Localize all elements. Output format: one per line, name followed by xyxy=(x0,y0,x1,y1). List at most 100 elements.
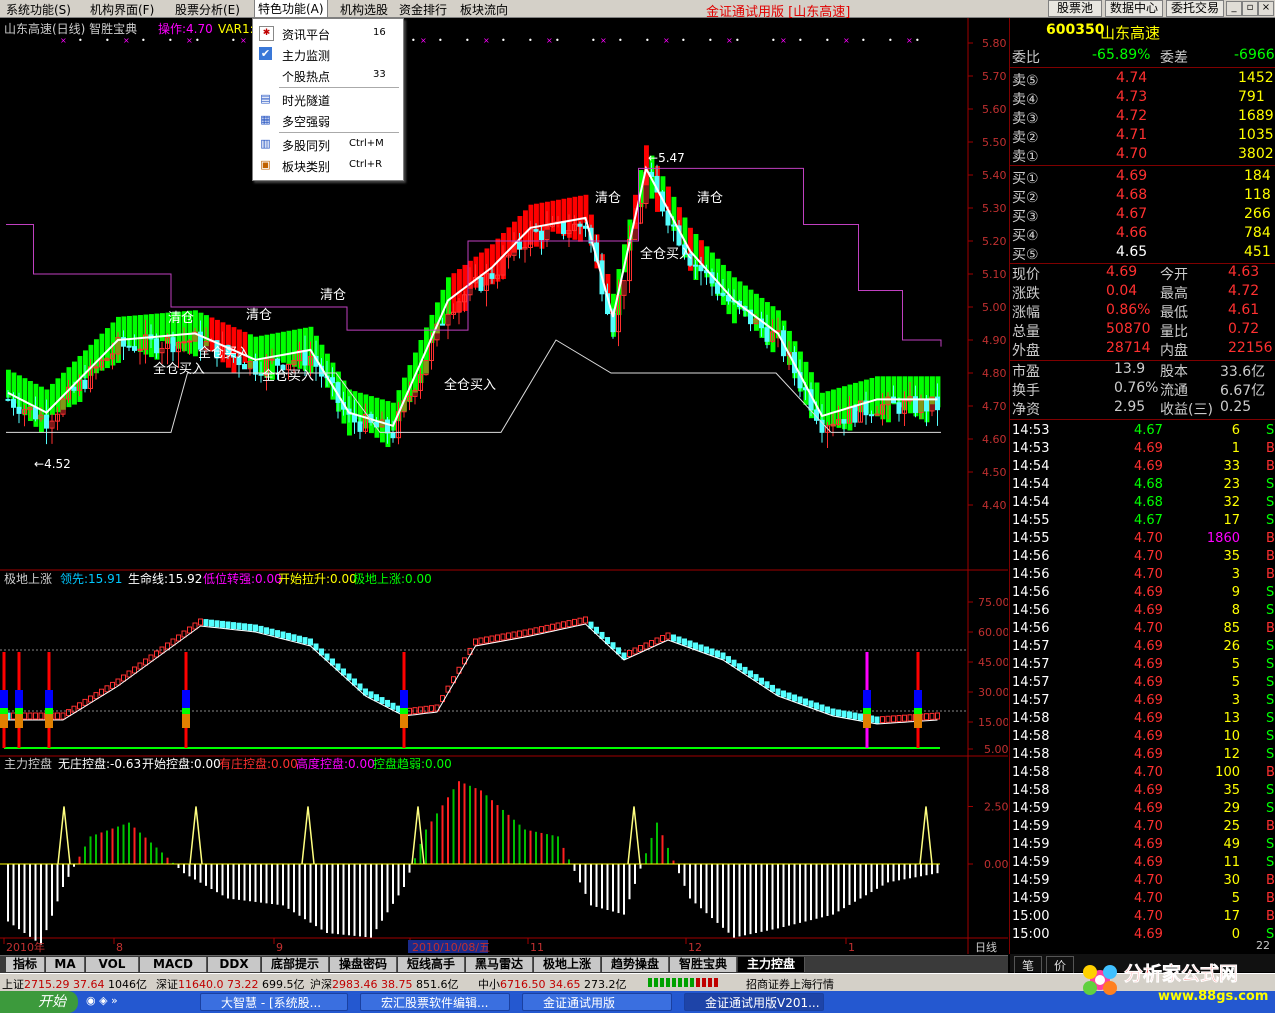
ind1-bar xyxy=(654,637,660,645)
menu-sector-flow[interactable]: 板块流向 xyxy=(460,1,508,18)
dd-main-monitor[interactable]: ✔ 主力监测 xyxy=(253,44,403,64)
task-jinzhengtong-2[interactable]: 金证通试用版V201... xyxy=(684,993,824,1011)
dd-time-tunnel[interactable]: ▤ 时光隧道 xyxy=(253,89,403,109)
buy-signal-label: 全仓买入 xyxy=(198,345,250,361)
menu-stock-analysis[interactable]: 股票分析(E) xyxy=(175,1,240,18)
dd-info-platform[interactable]: ✱ 资讯平台 16 xyxy=(253,23,403,43)
start-button[interactable]: 开始 xyxy=(0,991,78,1013)
ind1-bar xyxy=(55,712,60,720)
ind1-bar xyxy=(132,666,137,674)
ind1-bar xyxy=(181,630,187,638)
tab-3[interactable]: MACD xyxy=(140,957,207,972)
tab-0[interactable]: 指标 xyxy=(6,957,45,972)
date-tick-label: 2010/10/08/五 xyxy=(412,941,490,954)
tick-row: 14:58 4.70 100 B xyxy=(1012,765,1275,780)
ind1-bar xyxy=(484,636,489,644)
ind1-bar xyxy=(808,700,814,708)
ind1-bar xyxy=(33,712,38,720)
tick-row: 14:59 4.70 30 B xyxy=(1012,873,1275,888)
ind1-bar xyxy=(885,715,891,723)
tick-row: 14:59 4.69 29 S xyxy=(1012,801,1275,816)
ind1-bar xyxy=(583,616,588,624)
tab-10[interactable]: 趋势操盘 xyxy=(602,957,669,972)
ind2-spike xyxy=(919,806,933,865)
ind1-bar xyxy=(22,712,27,720)
task-dazhihui[interactable]: 大智慧 - [系统股... xyxy=(200,993,348,1011)
dd-multi-stock[interactable]: ▥ 多股同列 Ctrl+M xyxy=(253,134,403,154)
ind1-bar xyxy=(176,634,181,642)
menu-institution[interactable]: 机构界面(F) xyxy=(90,1,154,18)
ribbon-bar xyxy=(286,330,292,365)
quicklaunch-icon[interactable]: ◉ ◈ » xyxy=(86,994,118,1007)
top-signal-marker: • xyxy=(645,36,650,45)
top-signal-marker: × xyxy=(726,36,733,45)
dd-sector[interactable]: ▣ 板块类别 Ctrl+R xyxy=(253,155,403,175)
tab-7[interactable]: 短线高手 xyxy=(398,957,465,972)
ind1-bar xyxy=(830,708,836,716)
tab-8[interactable]: 黑马雷达 xyxy=(466,957,533,972)
tab-6[interactable]: 操盘密码 xyxy=(330,957,397,972)
ind1-bar xyxy=(632,647,638,655)
chart-header: 山东高速(日线) 智胜宝典 xyxy=(4,21,137,36)
tab-2[interactable]: VOL xyxy=(86,957,139,972)
tab-11[interactable]: 智胜宝典 xyxy=(670,957,737,972)
menu-stock-picking[interactable]: 机构选股 xyxy=(340,1,388,18)
ind1-bar xyxy=(720,652,726,660)
chart-area[interactable]: ×••×••×••×••×••×••×••×••×••×••×••×••×••×… xyxy=(0,18,1010,954)
candle-body xyxy=(852,406,858,423)
bid-row: 买⑤ 4.65 451 xyxy=(1012,244,1271,263)
ind1-signal-block xyxy=(914,708,922,714)
ind1-bar xyxy=(258,625,264,633)
ind1-bar xyxy=(753,674,759,682)
candle-body xyxy=(253,361,258,375)
dd-stock-hotspot[interactable]: 个股热点 33 xyxy=(253,65,403,85)
tab-9[interactable]: 极地上涨 xyxy=(534,957,601,972)
menu-system[interactable]: 系统功能(S) xyxy=(6,1,71,18)
quote-title: 600350 山东高速 xyxy=(1046,22,1161,42)
tab-1[interactable]: MA xyxy=(46,957,85,972)
ind1-bar xyxy=(242,623,247,631)
ind2-spike xyxy=(627,806,641,865)
price-tick-label: 4.40 xyxy=(982,499,1007,512)
flower-logo-icon xyxy=(1083,965,1117,995)
high-price-label: ←5.47 xyxy=(648,151,685,165)
ind1-bar xyxy=(418,706,423,714)
price-tick-label: 4.80 xyxy=(982,367,1007,380)
restore-icon[interactable]: ▫ xyxy=(1242,1,1258,16)
task-jinzhengtong-1[interactable]: 金证通试用版 xyxy=(522,993,672,1011)
ind1-bar xyxy=(660,635,665,642)
ind1-bar xyxy=(687,640,693,648)
candle-body xyxy=(275,358,280,366)
candle-body xyxy=(187,340,192,343)
menu-features[interactable]: 特色功能(A) xyxy=(254,0,328,18)
stock-pool-button[interactable]: 股票池 xyxy=(1048,0,1102,17)
tick-row: 14:57 4.69 5 S xyxy=(1012,657,1275,672)
ind1-bar xyxy=(275,630,280,638)
ind1-bar xyxy=(792,694,797,702)
minimize-icon[interactable]: _ xyxy=(1226,1,1242,16)
dd-strength[interactable]: ▦ 多空强弱 xyxy=(253,110,403,130)
tab-12[interactable]: 主力控盘 xyxy=(738,957,805,972)
ind2-spike xyxy=(301,806,315,865)
ind1-bar xyxy=(682,638,687,646)
ind1-signal-block xyxy=(15,690,23,708)
menu-fund-rank[interactable]: 资金排行 xyxy=(399,1,447,18)
data-center-button[interactable]: 数据中心 xyxy=(1105,0,1163,17)
ind1-bar xyxy=(693,642,698,650)
ind1-bar xyxy=(704,646,709,654)
ask-row: 卖⑤ 4.74 1452 xyxy=(1012,70,1274,89)
indicator-panel-control: 5.00 2.50 0.00 xyxy=(0,743,1009,945)
ind1-signal-block xyxy=(0,708,8,714)
features-dropdown[interactable]: ✱ 资讯平台 16 ✔ 主力监测 个股热点 33 ▤ 时光隧道 ▦ 多空强弱 ▥ 多股同列 Ct… xyxy=(252,18,404,181)
tab-4[interactable]: DDX xyxy=(208,957,261,972)
candle-body xyxy=(71,386,77,391)
ind1-signal-block xyxy=(15,708,23,714)
order-button[interactable]: 委托交易 xyxy=(1166,0,1224,17)
ind2-field: 控盘趋弱:0.00 xyxy=(373,756,452,771)
tab-5[interactable]: 底部提示 xyxy=(262,957,329,972)
close-icon[interactable]: × xyxy=(1258,1,1274,16)
task-editor[interactable]: 宏汇股票软件编辑... xyxy=(360,993,510,1011)
kline-chart[interactable]: ×••×••×••×••×••×••×••×••×••×••×••×••×••×… xyxy=(0,18,1010,954)
tick-row: 14:56 4.69 9 S xyxy=(1012,585,1275,600)
index-sz: 深证11640.0 73.22 699.5亿 xyxy=(156,978,305,991)
